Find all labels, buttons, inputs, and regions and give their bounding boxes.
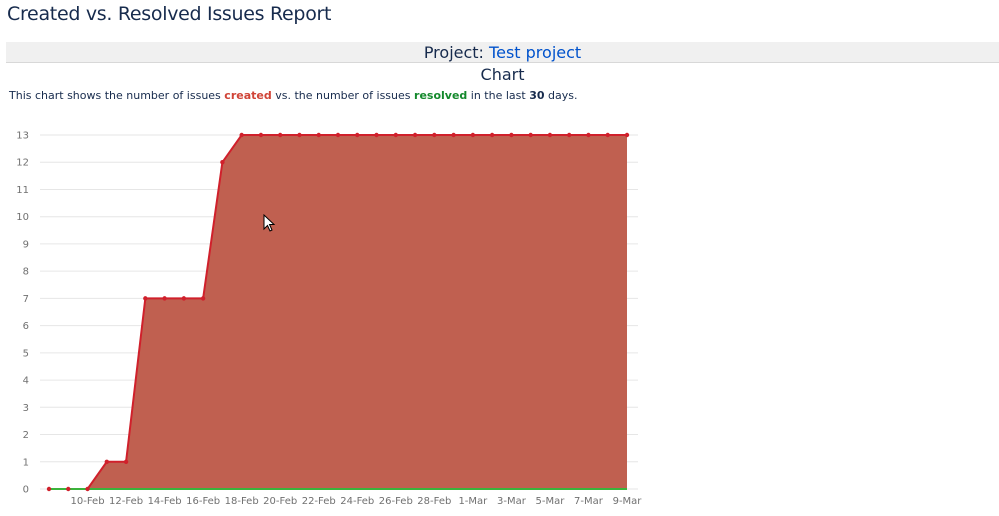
created-point-3-Mar	[509, 132, 514, 138]
created-point-14-Feb	[162, 296, 167, 301]
x-axis-ticks: 10-Feb 12-Feb 14-Feb 16-Feb 18-Feb 20-Feb 22-F…	[71, 496, 643, 507]
created-point-18-Feb	[239, 132, 244, 138]
created-point-10-Feb	[85, 486, 90, 492]
created-point-26-Feb	[393, 132, 398, 138]
created-point-9-Feb	[66, 486, 71, 492]
y-tick-label-7: 7	[23, 294, 29, 305]
created-point-16-Feb	[200, 296, 206, 301]
created-point-22-Feb	[316, 132, 321, 138]
created-vs-resolved-chart: 012345678910111213 10-Feb 12-Feb 14-Feb 16-…	[16, 131, 643, 508]
created-point-8-Feb	[46, 486, 52, 492]
y-tick-label-5: 5	[23, 348, 29, 359]
created-point-28-Feb	[432, 132, 437, 138]
desc-part2: vs. the number of issues	[271, 89, 415, 102]
created-point-2-Mar	[489, 132, 495, 138]
x-tick-label-10-Feb: 10-Feb	[71, 496, 105, 507]
desc-days: 30	[529, 89, 545, 102]
y-tick-label-12: 12	[16, 158, 29, 169]
created-point-4-Mar	[528, 132, 533, 138]
created-point-15-Feb	[181, 296, 187, 301]
created-point-12-Feb	[123, 459, 129, 464]
created-point-23-Feb	[335, 132, 341, 138]
x-tick-label-7-Mar: 7-Mar	[574, 496, 604, 507]
created-point-5-Mar	[547, 132, 553, 138]
x-tick-label-12-Feb: 12-Feb	[109, 496, 143, 507]
y-tick-label-8: 8	[23, 267, 29, 278]
chart-areas	[49, 135, 627, 489]
created-point-7-Mar	[586, 132, 591, 138]
y-tick-label-6: 6	[23, 321, 29, 332]
x-tick-label-1-Mar: 1-Mar	[458, 496, 488, 507]
desc-part1: This chart shows the number of issues	[9, 89, 225, 102]
project-link[interactable]: Test project	[489, 43, 581, 62]
x-tick-label-22-Feb: 22-Feb	[302, 496, 336, 507]
y-tick-label-13: 13	[16, 131, 29, 142]
created-point-27-Feb	[412, 132, 418, 138]
x-tick-label-5-Mar: 5-Mar	[536, 496, 566, 507]
x-tick-label-3-Mar: 3-Mar	[497, 496, 527, 507]
desc-part4: days.	[544, 89, 578, 102]
created-point-9-Mar	[624, 132, 630, 138]
created-point-17-Feb	[220, 160, 225, 165]
created-point-21-Feb	[297, 132, 302, 138]
created-point-8-Mar	[605, 132, 610, 138]
chart-heading: Chart	[480, 65, 525, 84]
y-tick-label-11: 11	[16, 185, 29, 196]
x-tick-label-16-Feb: 16-Feb	[186, 496, 220, 507]
y-axis-ticks: 012345678910111213	[16, 131, 29, 496]
y-tick-label-9: 9	[23, 239, 29, 250]
created-point-1-Mar	[470, 132, 476, 138]
desc-part3: in the last	[467, 89, 530, 102]
x-tick-label-28-Feb: 28-Feb	[417, 496, 451, 507]
chart-description: This chart shows the number of issues cr…	[9, 89, 577, 102]
created-point-13-Feb	[143, 296, 148, 301]
desc-created: created	[224, 89, 272, 102]
y-tick-label-1: 1	[23, 457, 29, 468]
created-point-20-Feb	[278, 132, 283, 138]
y-tick-label-0: 0	[23, 485, 29, 496]
desc-resolved: resolved	[414, 89, 468, 102]
page-title: Created vs. Resolved Issues Report	[7, 3, 332, 25]
created-point-25-Feb	[374, 132, 379, 138]
x-tick-label-18-Feb: 18-Feb	[225, 496, 259, 507]
x-tick-label-14-Feb: 14-Feb	[148, 496, 182, 507]
x-tick-label-26-Feb: 26-Feb	[379, 496, 413, 507]
created-area	[49, 135, 627, 489]
created-point-11-Feb	[104, 459, 110, 464]
y-tick-label-4: 4	[23, 376, 29, 387]
y-tick-label-10: 10	[16, 212, 29, 223]
mouse-cursor-icon	[263, 214, 276, 232]
project-line: Project: Test project	[6, 43, 999, 62]
x-tick-label-24-Feb: 24-Feb	[340, 496, 374, 507]
created-point-29-Feb	[451, 132, 456, 138]
created-point-24-Feb	[355, 132, 360, 138]
created-point-6-Mar	[567, 132, 572, 138]
created-point-19-Feb	[258, 132, 264, 138]
x-tick-label-20-Feb: 20-Feb	[263, 496, 297, 507]
x-tick-label-9-Mar: 9-Mar	[613, 496, 643, 507]
y-tick-label-2: 2	[23, 430, 29, 441]
y-tick-label-3: 3	[23, 403, 29, 414]
project-label: Project:	[423, 43, 484, 62]
